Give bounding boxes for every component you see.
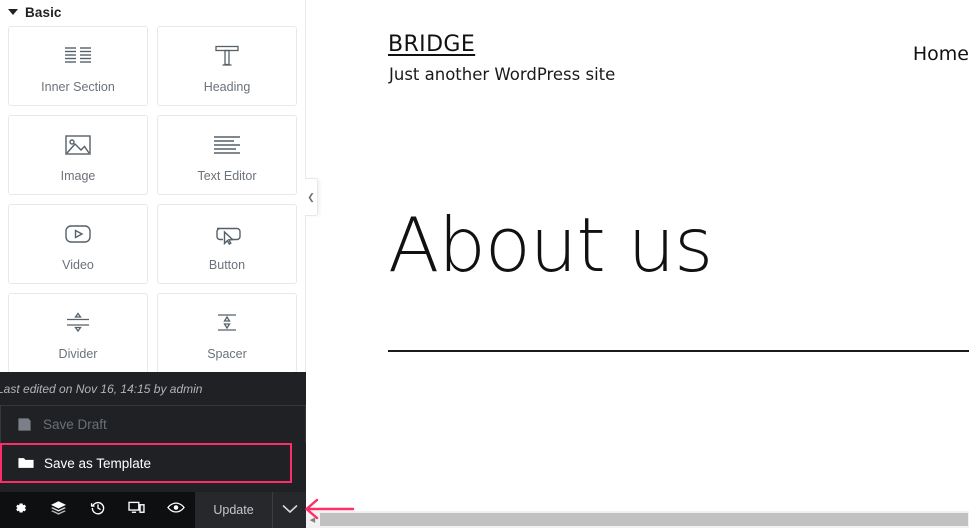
widget-card-label: Image [60, 168, 96, 183]
widget-category-basic-header[interactable]: Basic [0, 0, 305, 26]
update-button-label: Update [213, 503, 254, 517]
widget-grid: Inner Section Heading Image Text Editor … [0, 26, 305, 373]
responsive-mode-button[interactable] [117, 492, 156, 528]
widget-card-heading[interactable]: Heading [157, 26, 297, 106]
divider-icon [63, 306, 93, 340]
widget-card-image[interactable]: Image [8, 115, 148, 195]
video-play-icon [63, 217, 93, 251]
floppy-save-icon [17, 417, 43, 432]
heading-t-icon [214, 39, 240, 73]
triangle-left-icon: ◀ [309, 516, 316, 524]
image-icon [64, 128, 92, 162]
widget-card-label: Inner Section [41, 79, 115, 94]
spacer-icon [212, 306, 242, 340]
widget-card-video[interactable]: Video [8, 204, 148, 284]
footer-tool-group [0, 492, 195, 528]
save-as-template-menu-item[interactable]: Save as Template [0, 443, 292, 483]
save-as-template-label: Save as Template [44, 455, 152, 471]
caret-down-icon [8, 9, 18, 15]
widget-card-label: Spacer [207, 346, 247, 361]
widget-card-label: Heading [203, 79, 251, 94]
editor-footer-bar: Update [0, 492, 306, 528]
last-edited-status: Last edited on Nov 16, 14:15 by admin [0, 372, 306, 405]
panel-collapse-handle[interactable]: ❮ [305, 178, 318, 216]
widget-card-inner-section[interactable]: Inner Section [8, 26, 148, 106]
widget-card-text-editor[interactable]: Text Editor [157, 115, 297, 195]
text-editor-icon [212, 128, 242, 162]
widget-card-label: Video [62, 257, 94, 272]
update-button[interactable]: Update [195, 492, 272, 528]
widget-card-label: Text Editor [197, 168, 257, 183]
save-menu-list: Save Draft Save as Template [0, 405, 306, 483]
chevron-left-icon: ❮ [307, 191, 315, 202]
preview-changes-button[interactable] [156, 492, 195, 528]
widget-card-divider[interactable]: Divider [8, 293, 148, 373]
save-draft-menu-item[interactable]: Save Draft [0, 405, 306, 443]
button-cursor-icon [212, 217, 242, 251]
folder-icon [18, 456, 44, 470]
scrollbar-thumb[interactable] [320, 513, 968, 526]
save-options-popover: Last edited on Nov 16, 14:15 by admin Sa… [0, 372, 306, 528]
history-button[interactable] [78, 492, 117, 528]
widget-card-label: Divider [58, 346, 98, 361]
responsive-devices-icon [128, 500, 145, 520]
navigator-button[interactable] [39, 492, 78, 528]
site-preview-iframe[interactable]: BRIDGE Just another WordPress site Home … [306, 0, 969, 528]
history-clock-icon [90, 500, 106, 521]
site-header: BRIDGE Just another WordPress site Home [306, 0, 969, 110]
page-title-divider [388, 350, 969, 352]
widget-card-spacer[interactable]: Spacer [157, 293, 297, 373]
site-tagline: Just another WordPress site [389, 65, 616, 84]
gear-icon [12, 500, 28, 521]
save-draft-label: Save Draft [43, 417, 107, 432]
eye-icon [166, 501, 185, 519]
layers-icon [50, 500, 67, 521]
inner-section-icon [63, 39, 93, 73]
nav-link-home[interactable]: Home [913, 43, 969, 65]
chevron-down-icon [282, 501, 298, 519]
widget-card-button[interactable]: Button [157, 204, 297, 284]
page-title: About us [388, 201, 713, 289]
settings-button[interactable] [0, 492, 39, 528]
last-edited-text: Last edited on Nov 16, 14:15 by admin [0, 381, 203, 396]
scrollbar-left-arrow[interactable]: ◀ [306, 511, 319, 528]
elementor-editor-screen: Basic Inner Section Heading Image Text E… [0, 0, 969, 528]
update-options-toggle[interactable] [272, 492, 306, 528]
widget-card-label: Button [208, 257, 246, 272]
site-primary-nav: Home [913, 43, 969, 65]
widget-category-title: Basic [25, 4, 62, 20]
horizontal-scrollbar[interactable]: ◀ [306, 511, 969, 528]
site-title-link[interactable]: BRIDGE [388, 32, 475, 57]
